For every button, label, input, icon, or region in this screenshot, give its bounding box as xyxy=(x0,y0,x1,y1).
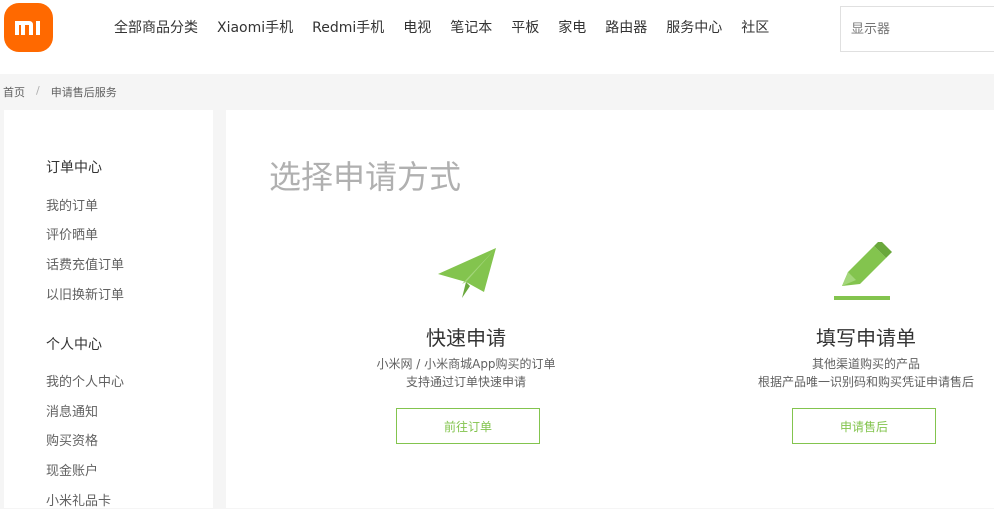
nav-service-center[interactable]: 服务中心 xyxy=(666,18,722,38)
nav-routers[interactable]: 路由器 xyxy=(605,18,647,38)
sidebar-item-gift-card[interactable]: 小米礼品卡 xyxy=(46,490,111,509)
page-title: 选择申请方式 xyxy=(269,158,462,196)
main-nav: 全部商品分类 Xiaomi手机 Redmi手机 电视 笔记本 平板 家电 路由器… xyxy=(114,18,788,38)
fill-form-option: 填写申请单 其他渠道购买的产品 根据产品唯一识别码和购买凭证申请售后 申请售后 xyxy=(738,240,994,450)
quick-apply-option: 快速申请 小米网 / 小米商城App购买的订单 支持通过订单快速申请 前往订单 xyxy=(356,240,576,450)
breadcrumb-separator: / xyxy=(36,84,40,97)
sidebar-item-cash-account[interactable]: 现金账户 xyxy=(46,460,98,479)
nav-tablets[interactable]: 平板 xyxy=(511,18,539,38)
main-content: 选择申请方式 快速申请 小米网 / 小米商城App购买的订单 支持通过订单快速申… xyxy=(226,110,994,508)
nav-community[interactable]: 社区 xyxy=(741,18,769,38)
sidebar-item-tradein-orders[interactable]: 以旧换新订单 xyxy=(46,284,124,303)
sidebar-group-order-center: 订单中心 xyxy=(46,160,102,176)
sidebar-item-purchase-eligibility[interactable]: 购买资格 xyxy=(46,430,98,449)
fill-form-desc-line1: 其他渠道购买的产品 xyxy=(811,357,920,371)
breadcrumb: 首页 / 申请售后服务 xyxy=(3,84,117,100)
sidebar-group-personal-center: 个人中心 xyxy=(46,337,102,353)
sidebar: 订单中心 我的订单 评价晒单 话费充值订单 以旧换新订单 个人中心 我的个人中心… xyxy=(4,110,213,509)
breadcrumb-home[interactable]: 首页 xyxy=(3,84,25,100)
nav-xiaomi-phones[interactable]: Xiaomi手机 xyxy=(217,18,293,38)
nav-tv[interactable]: 电视 xyxy=(403,18,431,38)
nav-all-categories[interactable]: 全部商品分类 xyxy=(114,18,198,38)
quick-apply-desc-line1: 小米网 / 小米商城App购买的订单 xyxy=(376,357,556,371)
sidebar-item-my-center[interactable]: 我的个人中心 xyxy=(46,371,124,390)
mi-logo-icon xyxy=(14,20,40,35)
site-header: 全部商品分类 Xiaomi手机 Redmi手机 电视 笔记本 平板 家电 路由器… xyxy=(0,0,994,74)
pencil-icon xyxy=(834,242,892,300)
sidebar-item-notifications[interactable]: 消息通知 xyxy=(46,401,98,420)
nav-redmi-phones[interactable]: Redmi手机 xyxy=(312,18,384,38)
fill-form-title: 填写申请单 xyxy=(816,326,916,350)
search-input[interactable] xyxy=(841,7,994,51)
search-box xyxy=(840,6,994,52)
paper-plane-icon xyxy=(438,248,496,298)
sidebar-item-my-orders[interactable]: 我的订单 xyxy=(46,195,98,214)
sidebar-item-reviews[interactable]: 评价晒单 xyxy=(46,224,98,243)
go-to-orders-button[interactable]: 前往订单 xyxy=(396,408,540,444)
sidebar-item-recharge-orders[interactable]: 话费充值订单 xyxy=(46,254,124,273)
breadcrumb-current: 申请售后服务 xyxy=(50,86,117,99)
quick-apply-desc-line2: 支持通过订单快速申请 xyxy=(405,375,526,389)
fill-form-desc-line2: 根据产品唯一识别码和购买凭证申请售后 xyxy=(757,375,974,389)
nav-appliances[interactable]: 家电 xyxy=(558,18,586,38)
quick-apply-title: 快速申请 xyxy=(426,326,506,350)
apply-after-sales-button[interactable]: 申请售后 xyxy=(792,408,936,444)
mi-logo[interactable] xyxy=(4,3,53,52)
nav-laptops[interactable]: 笔记本 xyxy=(450,18,492,38)
